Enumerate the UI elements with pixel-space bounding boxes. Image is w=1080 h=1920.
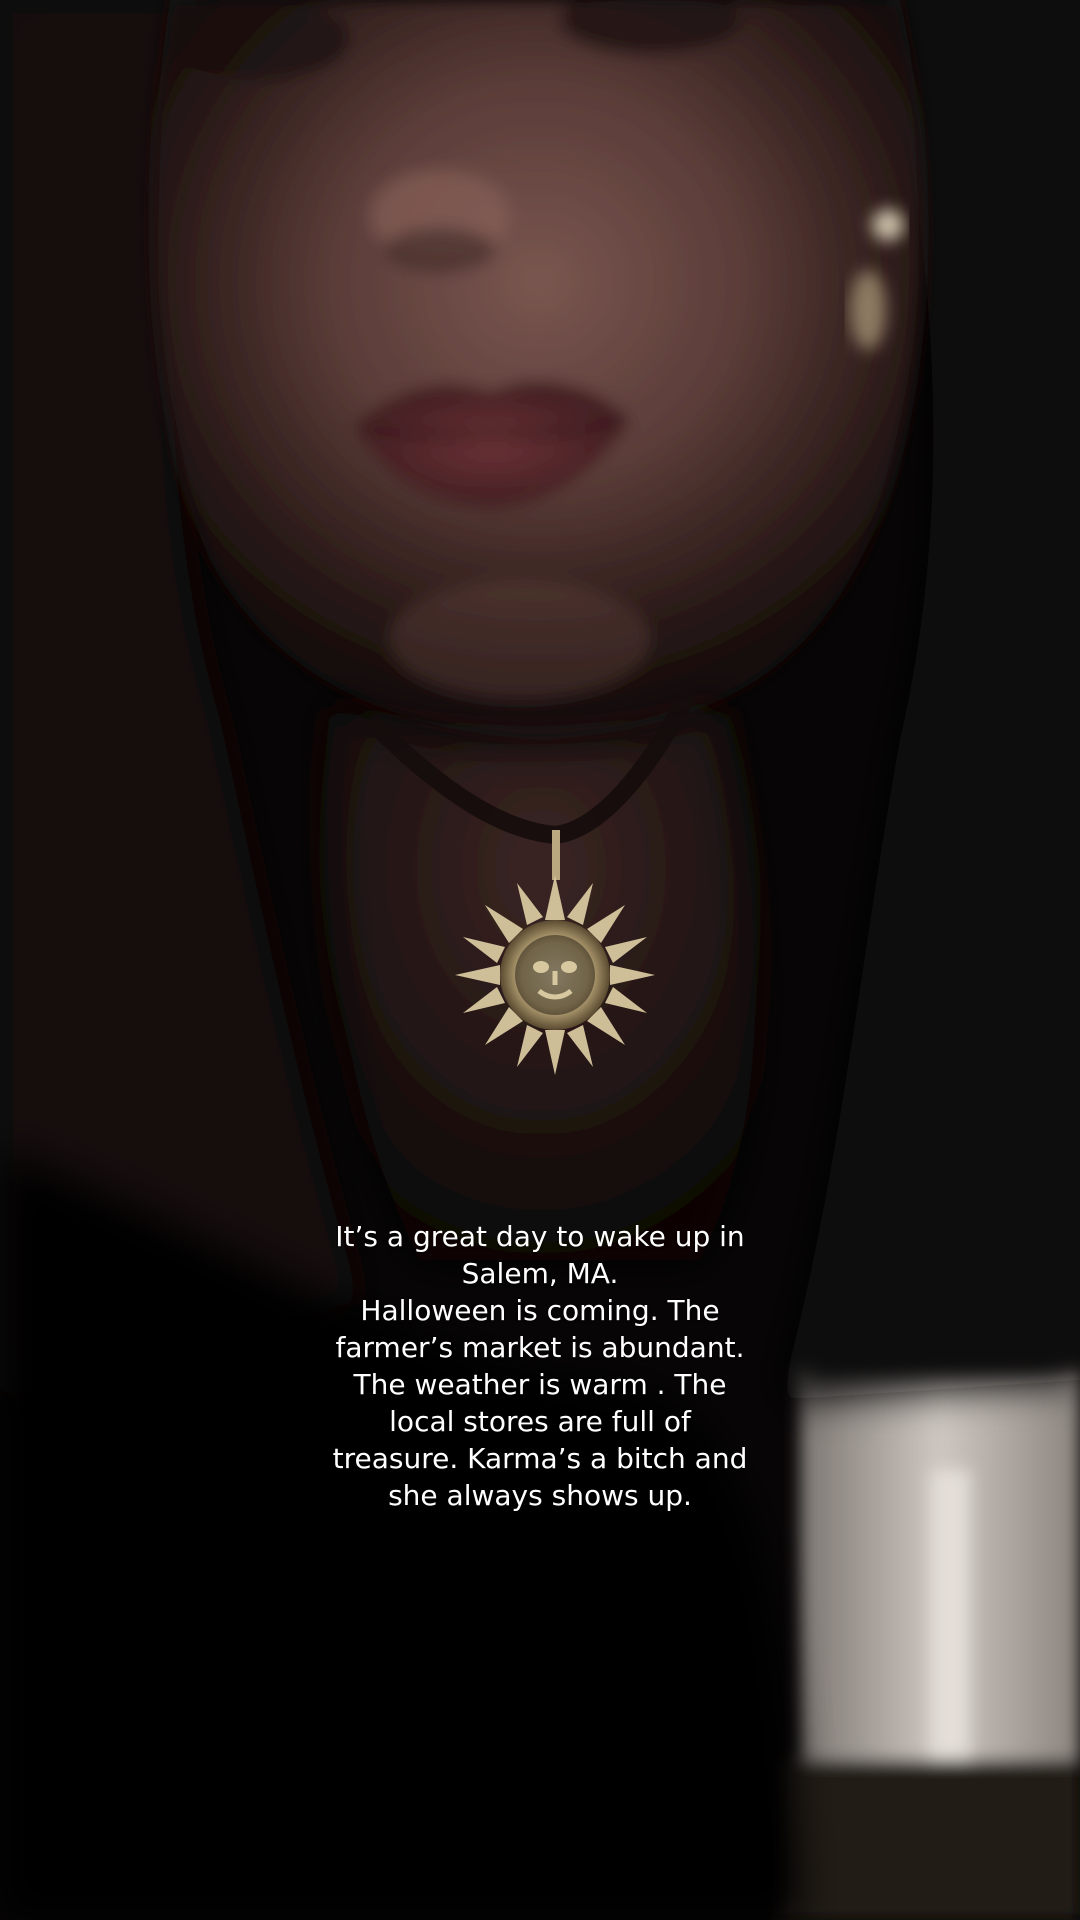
background-photo [0, 0, 1080, 1920]
video-frame: It’s a great day to wake up in Salem, MA… [0, 0, 1080, 1920]
sun-pendant [455, 875, 655, 1075]
video-caption: It’s a great day to wake up in Salem, MA… [332, 1220, 748, 1512]
